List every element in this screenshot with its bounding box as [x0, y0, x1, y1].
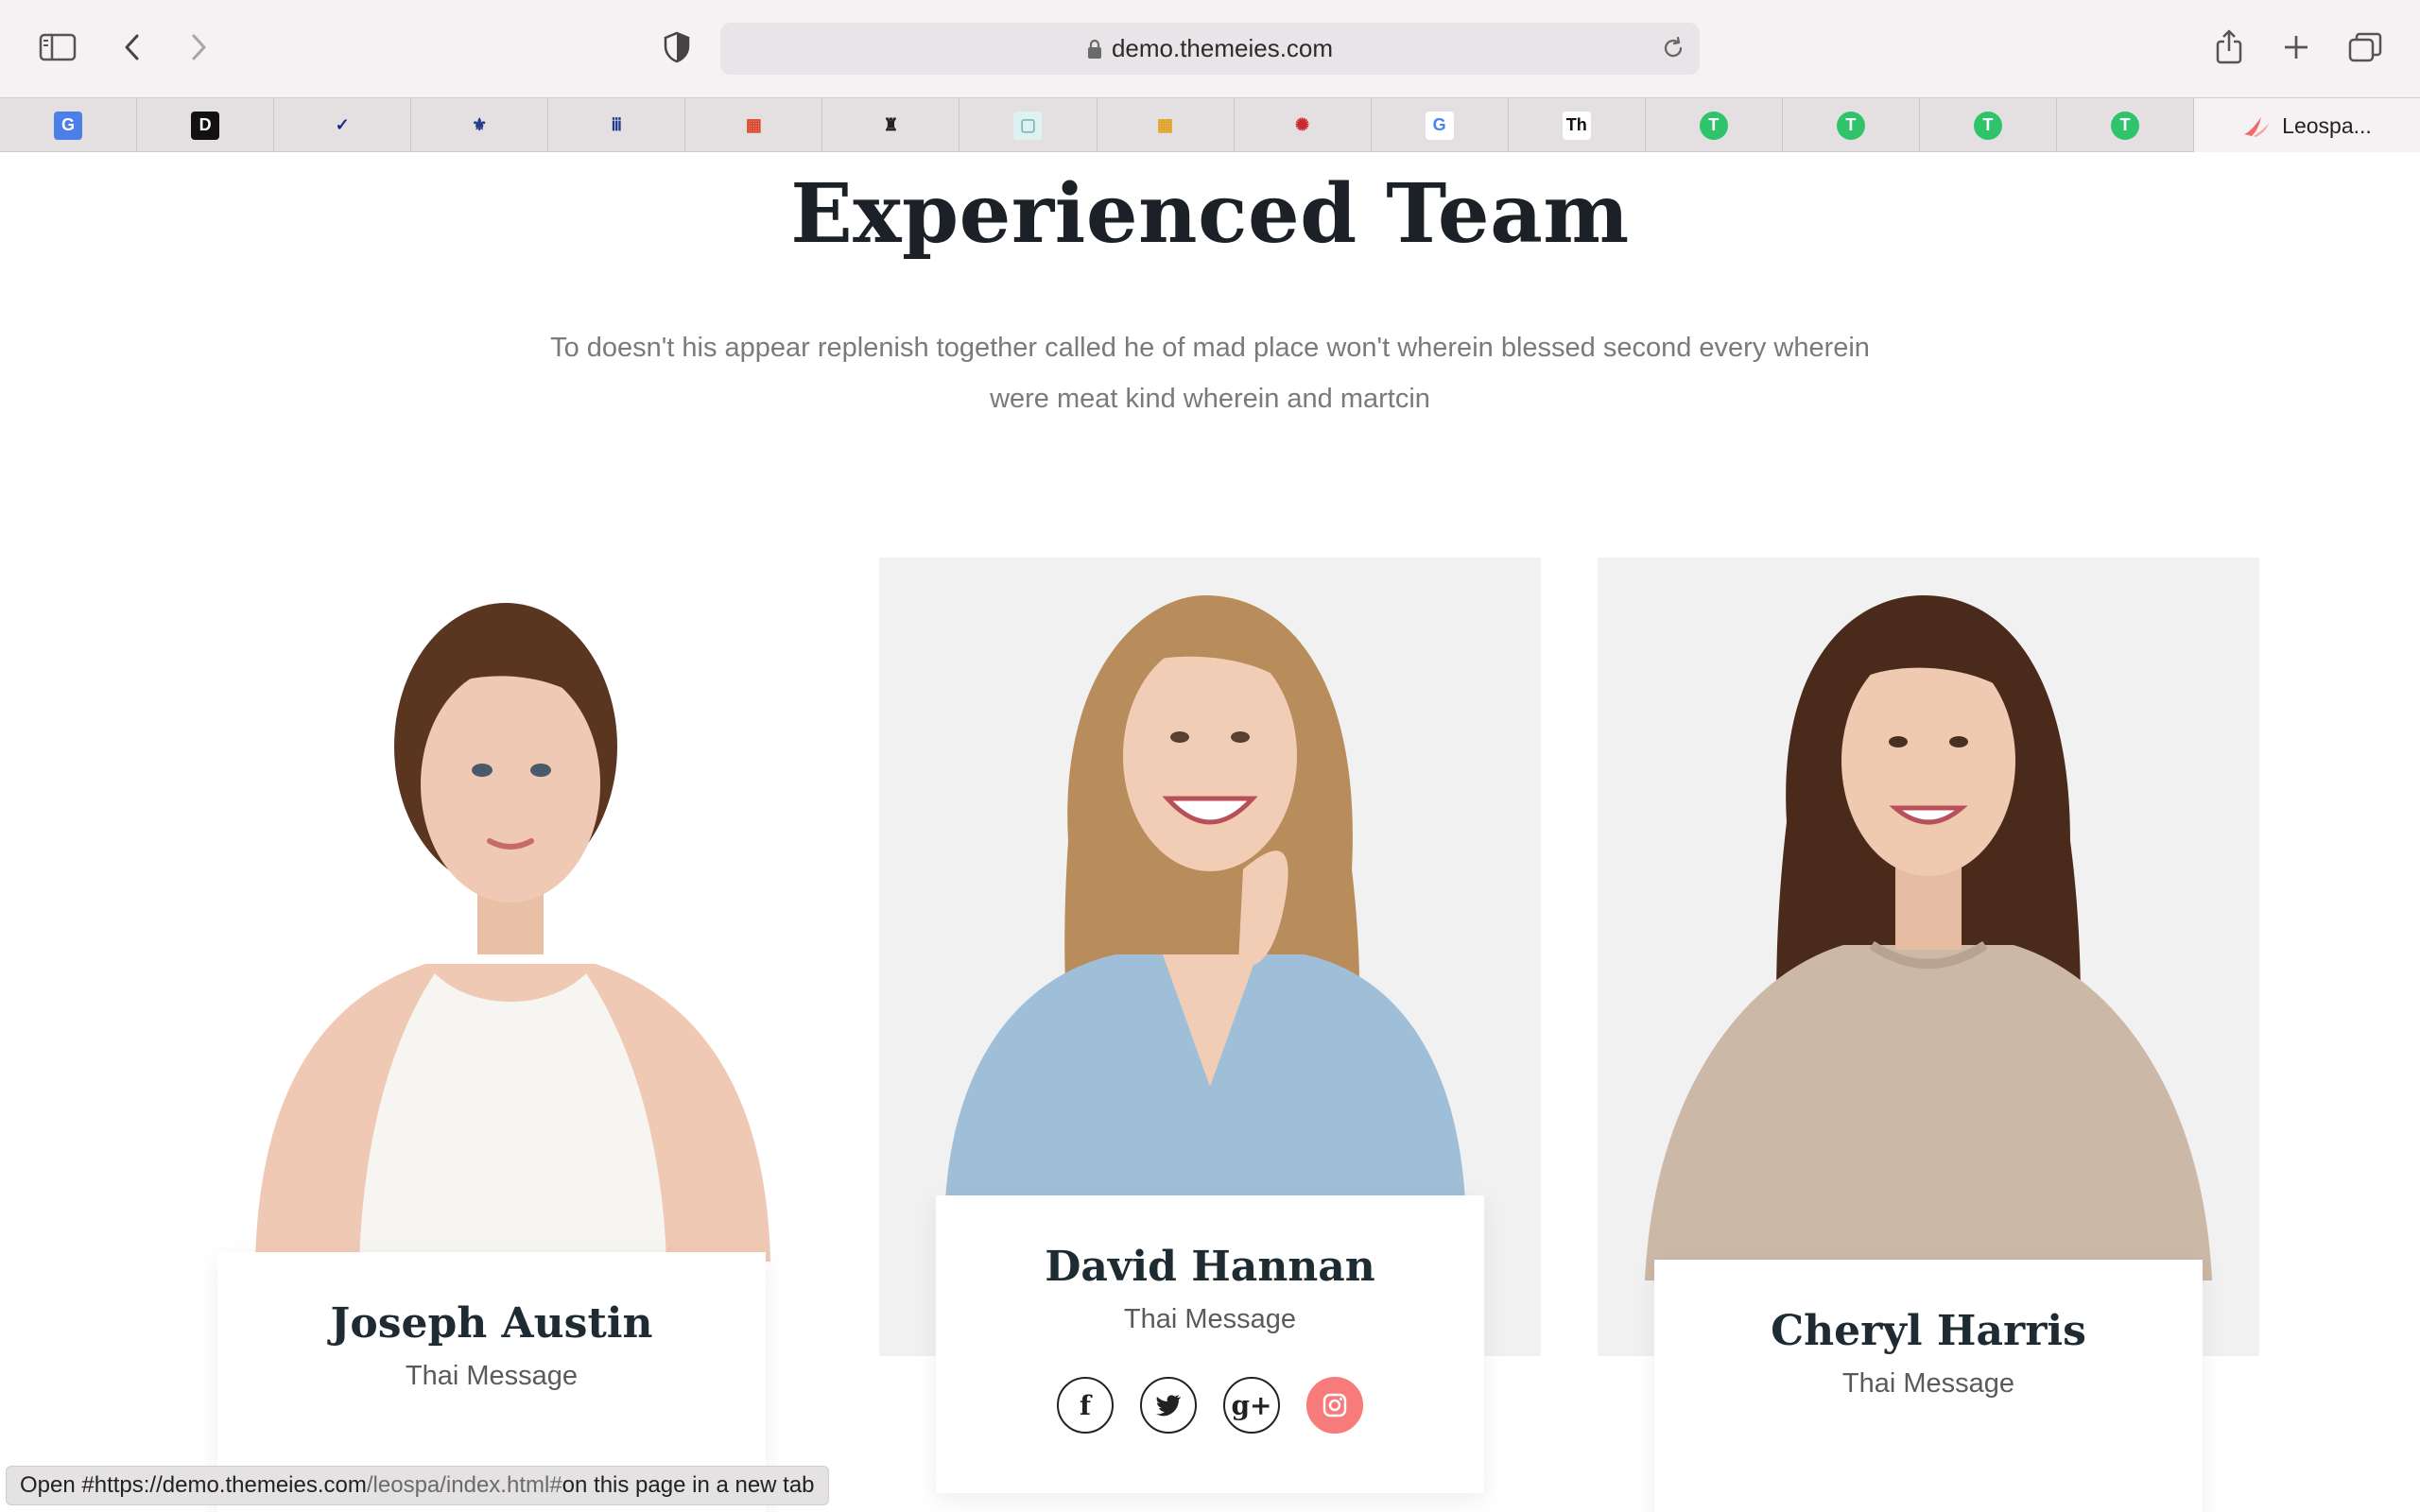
- social-links: f g+: [936, 1377, 1484, 1434]
- status-path: /leospa/index.html#: [366, 1472, 562, 1498]
- green-t-icon: T: [2110, 111, 2139, 140]
- google-icon: G: [1425, 111, 1454, 140]
- th-logo-icon: Th: [1562, 111, 1591, 140]
- fleur-de-lis-icon: ⚜: [465, 111, 494, 140]
- url-text: demo.themeies.com: [1111, 34, 1334, 62]
- team-member-photo: [189, 558, 851, 1262]
- status-suffix: on this page in a new tab: [562, 1472, 815, 1498]
- team-member-name[interactable]: David Hannan: [936, 1243, 1484, 1291]
- status-prefix: Open #: [20, 1472, 95, 1498]
- favorite-item[interactable]: G: [1372, 98, 1509, 152]
- favorite-item[interactable]: ▦: [1098, 98, 1235, 152]
- browser-toolbar: demo.themeies.com: [0, 0, 2420, 97]
- columns-icon: ⅲ: [602, 111, 631, 140]
- favorite-item[interactable]: Th: [1509, 98, 1646, 152]
- link-status-bar: Open # https://demo.themeies.com/leospa/i…: [6, 1466, 829, 1505]
- favorite-item[interactable]: ✓: [274, 98, 412, 152]
- color-grid-icon: ▦: [739, 111, 769, 140]
- share-button[interactable]: [2206, 25, 2252, 70]
- page-content: Experienced Team To doesn't his appear r…: [0, 152, 2420, 1512]
- favorite-item[interactable]: T: [1783, 98, 1920, 152]
- brain-icon: ✺: [1288, 111, 1317, 140]
- favorite-item[interactable]: T: [1920, 98, 2057, 152]
- team-member-name[interactable]: Joseph Austin: [217, 1299, 766, 1348]
- green-t-icon: T: [1973, 111, 2002, 140]
- tab-overview-button[interactable]: [2342, 25, 2388, 70]
- tab-label: Leospa...: [2282, 112, 2372, 138]
- google-translate-icon: G: [54, 111, 83, 140]
- leospa-logo-icon: [2244, 117, 2270, 137]
- section-subtitle: To doesn't his appear replenish together…: [550, 333, 1870, 414]
- privacy-report-button[interactable]: [654, 25, 700, 70]
- checkmark-blue-icon: ✓: [328, 111, 357, 140]
- instagram-icon[interactable]: [1306, 1377, 1363, 1434]
- team-card-cheryl[interactable]: Cheryl Harris Thai Message: [1654, 1260, 2203, 1512]
- twitter-icon[interactable]: [1140, 1377, 1197, 1434]
- favorite-item[interactable]: ⅲ: [548, 98, 686, 152]
- section-title: Experienced Team: [790, 166, 1630, 262]
- eagle-crest-icon: ♜: [876, 111, 906, 140]
- new-tab-button[interactable]: [2273, 25, 2319, 70]
- team-member-role: Thai Message: [1841, 1368, 2015, 1399]
- color-grid-icon: ▦: [1150, 111, 1180, 140]
- sidebar-toggle-button[interactable]: [35, 25, 80, 70]
- green-t-icon: T: [1836, 111, 1865, 140]
- sidebar-icon: [39, 33, 77, 61]
- team-card-david[interactable]: David Hannan Thai Message f g+: [936, 1195, 1484, 1493]
- chevron-right-icon: [192, 34, 206, 60]
- favorites-bar: Leospa... G D ✓ ⚜ ⅲ ▦ ♜ ▢ ▦ ✺ G Th T T T T: [0, 97, 2420, 153]
- favorite-item[interactable]: ▢: [959, 98, 1098, 152]
- tab-leospa[interactable]: Leospa...: [2194, 98, 2420, 153]
- share-icon: [2216, 29, 2242, 64]
- shield-icon: [664, 31, 690, 63]
- favorite-item[interactable]: ♜: [822, 98, 960, 152]
- chevron-left-icon: [125, 34, 139, 60]
- team-member-role: Thai Message: [1123, 1304, 1297, 1334]
- favorite-item[interactable]: ✺: [1235, 98, 1372, 152]
- facebook-icon[interactable]: f: [1057, 1377, 1114, 1434]
- favorite-item[interactable]: D: [137, 98, 275, 152]
- google-plus-icon[interactable]: g+: [1223, 1377, 1280, 1434]
- lock-icon: [1087, 39, 1101, 59]
- mbr-badge-icon: ▢: [1013, 111, 1043, 140]
- green-t-icon: T: [1699, 111, 1728, 140]
- favorite-item[interactable]: ▦: [685, 98, 823, 152]
- favorite-item[interactable]: ⚜: [411, 98, 549, 152]
- tabs-icon: [2348, 32, 2382, 62]
- team-member-photo: [879, 558, 1541, 1200]
- favorite-item[interactable]: G: [0, 98, 138, 152]
- forward-button[interactable]: [176, 25, 221, 70]
- team-member-role: Thai Message: [405, 1361, 579, 1391]
- team-member-name[interactable]: Cheryl Harris: [1654, 1307, 2203, 1355]
- plus-icon: [2285, 36, 2308, 59]
- team-member-photo: [1598, 558, 2259, 1280]
- reload-icon[interactable]: [1660, 35, 1686, 61]
- status-host: https://demo.themeies.com: [94, 1472, 367, 1498]
- back-button[interactable]: [110, 25, 155, 70]
- favorite-item[interactable]: T: [2057, 98, 2194, 152]
- address-bar[interactable]: demo.themeies.com: [720, 23, 1700, 75]
- d-letter-icon: D: [191, 111, 220, 140]
- favorite-item[interactable]: T: [1646, 98, 1783, 152]
